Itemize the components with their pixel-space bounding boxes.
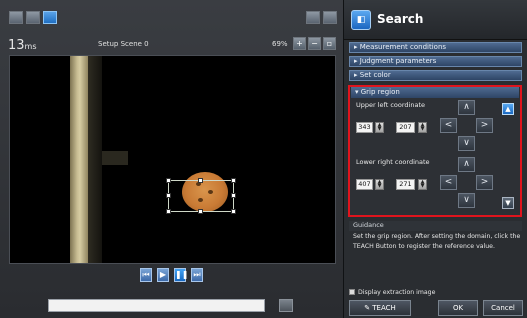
- lower-right-x-stepper[interactable]: ▲ ▼: [375, 179, 384, 190]
- move-left-button[interactable]: <: [440, 118, 457, 133]
- upper-left-y-field[interactable]: 207: [396, 122, 415, 133]
- image-icon[interactable]: [323, 11, 337, 24]
- panel-icon[interactable]: [9, 11, 23, 24]
- section-label: Grip region: [360, 88, 400, 96]
- zoom-level: 69%: [272, 40, 288, 48]
- app-window: 13ms Setup Scene 0 69% + − ▫ ⏮ ▶ ❚❚ ⏭ ◧ …: [0, 0, 527, 318]
- guidance-text: Set the grip region. After setting the d…: [353, 233, 521, 250]
- move-up-button[interactable]: ∧: [458, 157, 475, 172]
- resize-handle[interactable]: [166, 193, 171, 198]
- grip-region-panel: ▾ Grip region Upper left coordinate 343 …: [348, 85, 522, 217]
- section-label: Measurement conditions: [359, 43, 447, 51]
- zoom-in-icon[interactable]: +: [293, 37, 306, 50]
- resize-handle[interactable]: [231, 193, 236, 198]
- zoom-out-icon[interactable]: −: [308, 37, 321, 50]
- move-left-button[interactable]: <: [440, 175, 457, 190]
- resize-handle[interactable]: [198, 178, 203, 183]
- grid-icon[interactable]: [306, 11, 320, 24]
- panel-title: Search: [377, 12, 424, 26]
- lower-right-x-field[interactable]: 407: [356, 179, 373, 190]
- display-extraction-toggle[interactable]: Display extraction image: [349, 289, 435, 296]
- resize-handle[interactable]: [231, 178, 236, 183]
- scroll-down-icon[interactable]: ▼: [502, 197, 514, 209]
- move-up-button[interactable]: ∧: [458, 100, 475, 115]
- section-grip-region[interactable]: ▾ Grip region: [351, 87, 519, 98]
- grip-region-box[interactable]: [166, 178, 236, 214]
- checkbox-icon[interactable]: [349, 289, 355, 295]
- lower-right-label: Lower right coordinate: [356, 158, 430, 166]
- skip-back-icon[interactable]: ⏮: [140, 268, 152, 282]
- upper-left-label: Upper left coordinate: [356, 101, 426, 109]
- cancel-button[interactable]: Cancel: [483, 300, 523, 316]
- search-tool-icon: ◧: [351, 10, 371, 30]
- panel-icon[interactable]: [26, 11, 40, 24]
- upper-left-y-stepper[interactable]: ▲ ▼: [418, 122, 427, 133]
- play-icon[interactable]: ▶: [157, 268, 169, 282]
- pause-icon[interactable]: ❚❚: [174, 268, 188, 282]
- resize-handle[interactable]: [166, 178, 171, 183]
- move-right-button[interactable]: >: [476, 175, 493, 190]
- fit-icon[interactable]: ▫: [323, 37, 336, 50]
- scene-icon[interactable]: [43, 11, 57, 24]
- slider-menu-icon[interactable]: [279, 299, 293, 312]
- time-value: 13: [8, 38, 25, 53]
- rod-image: [70, 56, 88, 263]
- resize-handle[interactable]: [231, 209, 236, 214]
- processing-time: 13ms: [8, 38, 37, 53]
- upper-left-x-field[interactable]: 343: [356, 122, 373, 133]
- move-down-button[interactable]: ∨: [458, 193, 475, 208]
- bracket-image: [102, 151, 128, 165]
- teach-button[interactable]: ✎ TEACH: [349, 300, 411, 316]
- resize-handle[interactable]: [198, 209, 203, 214]
- frame-slider[interactable]: [48, 299, 265, 312]
- skip-forward-icon[interactable]: ⏭: [191, 268, 203, 282]
- time-unit: ms: [24, 42, 37, 51]
- panel-header: ◧ Search: [344, 0, 527, 40]
- teach-label: TEACH: [372, 304, 396, 312]
- camera-image[interactable]: [9, 55, 336, 264]
- move-right-button[interactable]: >: [476, 118, 493, 133]
- display-extraction-label: Display extraction image: [358, 289, 436, 296]
- section-label: Set color: [359, 71, 391, 79]
- move-down-button[interactable]: ∨: [458, 136, 475, 151]
- rod-shadow: [88, 56, 102, 263]
- camera-pane: 13ms Setup Scene 0 69% + − ▫ ⏮ ▶ ❚❚ ⏭: [0, 0, 344, 318]
- lower-right-y-field[interactable]: 271: [396, 179, 415, 190]
- section-label: Judgment parameters: [359, 57, 437, 65]
- guidance-header: Guidance: [349, 221, 522, 231]
- resize-handle[interactable]: [166, 209, 171, 214]
- lower-right-y-stepper[interactable]: ▲ ▼: [418, 179, 427, 190]
- section-judgment-parameters[interactable]: ▸ Judgment parameters: [349, 56, 522, 67]
- section-measurement-conditions[interactable]: ▸ Measurement conditions: [349, 42, 522, 53]
- scroll-up-icon[interactable]: ▲: [502, 103, 514, 115]
- scene-label: Setup Scene 0: [98, 40, 149, 48]
- ok-button[interactable]: OK: [438, 300, 478, 316]
- section-set-color[interactable]: ▸ Set color: [349, 70, 522, 81]
- upper-left-x-stepper[interactable]: ▲ ▼: [375, 122, 384, 133]
